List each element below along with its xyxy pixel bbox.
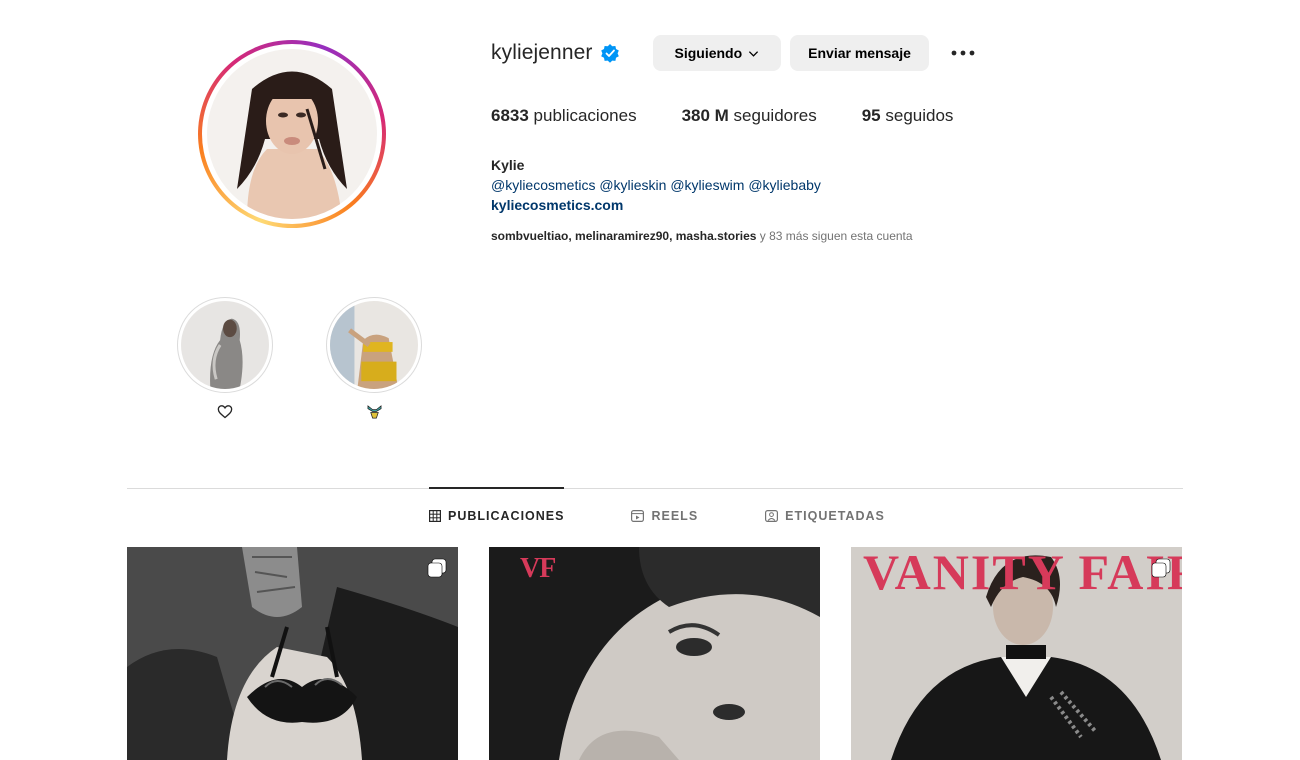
highlight-cover xyxy=(330,301,418,389)
username: kyliejenner xyxy=(491,41,593,64)
verified-badge-icon xyxy=(600,44,619,63)
followed-by-names: sombvueltiao, melinaramirez90, masha.sto… xyxy=(491,229,757,243)
followers-count: 380 M xyxy=(681,106,729,125)
carousel-icon xyxy=(427,558,447,578)
heart-icon xyxy=(217,404,233,418)
tabs-divider xyxy=(127,488,1183,489)
followed-by-suffix: y 83 más siguen esta cuenta xyxy=(756,229,913,243)
profile-avatar-frame xyxy=(202,44,382,224)
chevron-down-icon xyxy=(749,50,759,57)
post-image xyxy=(127,547,458,760)
highlight-label xyxy=(177,402,273,420)
bio-link[interactable]: kyliecosmetics.com xyxy=(491,195,821,215)
posts-stat: 6833 publicaciones xyxy=(491,106,637,126)
following-label: seguidos xyxy=(880,106,954,125)
tab-posts[interactable]: PUBLICACIONES xyxy=(429,509,564,523)
tagged-icon xyxy=(765,510,779,522)
bikini-emoji-icon xyxy=(367,404,381,418)
post-thumbnail[interactable] xyxy=(127,547,458,760)
post-thumbnail[interactable]: VANITY FAIR xyxy=(851,547,1182,760)
followers-label: seguidores xyxy=(728,106,817,125)
bio-mentions[interactable]: @kyliecosmetics @kylieskin @kylieswim @k… xyxy=(491,175,821,195)
send-message-button[interactable]: Enviar mensaje xyxy=(790,35,929,71)
profile-avatar xyxy=(207,49,377,219)
posts-count: 6833 xyxy=(491,106,529,125)
story-highlight[interactable] xyxy=(326,297,422,420)
active-tab-indicator xyxy=(429,487,564,489)
tab-tagged[interactable]: ETIQUETADAS xyxy=(765,509,885,523)
tab-tagged-label: ETIQUETADAS xyxy=(785,509,885,523)
profile-avatar-ring[interactable] xyxy=(198,40,386,228)
ellipsis-icon[interactable] xyxy=(949,39,977,67)
followed-by[interactable]: sombvueltiao, melinaramirez90, masha.sto… xyxy=(491,229,913,243)
magazine-logo: VANITY FAIR xyxy=(863,547,1182,600)
bio-name: Kylie xyxy=(491,157,525,173)
tab-posts-label: PUBLICACIONES xyxy=(448,509,565,523)
profile-tabs: PUBLICACIONES REELS ETIQUETADAS xyxy=(429,509,952,523)
tab-reels-label: REELS xyxy=(651,509,699,523)
post-thumbnail[interactable]: VF xyxy=(489,547,820,760)
following-count: 95 xyxy=(861,106,881,125)
profile-stats: 6833 publicaciones 380 M seguidores 95 s… xyxy=(491,106,998,126)
carousel-icon xyxy=(1151,558,1171,578)
magazine-logo: VF xyxy=(520,553,556,584)
posts-label: publicaciones xyxy=(528,106,637,125)
story-highlight[interactable] xyxy=(177,297,273,420)
reels-icon xyxy=(631,510,645,522)
followers-stat[interactable]: 380 M seguidores xyxy=(682,106,817,126)
profile-header-row: kyliejenner Siguiendo Enviar mensaje xyxy=(491,34,977,72)
highlight-ring xyxy=(177,297,273,393)
following-button[interactable]: Siguiendo xyxy=(652,35,782,71)
profile-bio: Kylie @kyliecosmetics @kylieskin @kylies… xyxy=(491,155,821,215)
highlight-ring xyxy=(326,297,422,393)
highlight-label xyxy=(326,402,422,420)
grid-icon xyxy=(429,510,441,522)
following-stat[interactable]: 95 seguidos xyxy=(862,106,954,126)
highlight-cover xyxy=(181,301,269,389)
tab-reels[interactable]: REELS xyxy=(631,509,698,523)
following-button-label: Siguiendo xyxy=(674,45,743,61)
